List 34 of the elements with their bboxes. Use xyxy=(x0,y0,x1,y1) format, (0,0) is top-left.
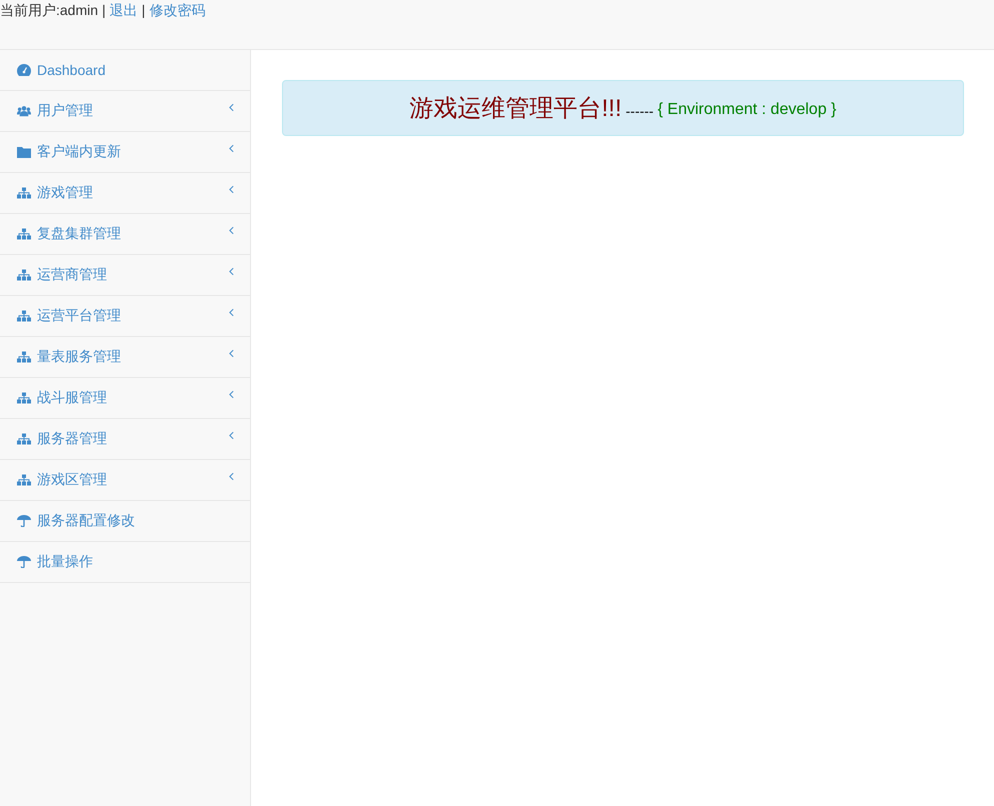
folder-icon xyxy=(17,146,31,158)
dashes: ------ xyxy=(626,103,654,119)
platform-title: 游戏运维管理平台!!! xyxy=(410,94,622,124)
sitemap-icon xyxy=(17,392,31,404)
environment-label: { Environment : develop } xyxy=(658,101,836,119)
umbrella-icon xyxy=(17,515,31,527)
sidebar-item[interactable]: 用户管理 xyxy=(0,91,250,132)
sidebar-item[interactable]: 批量操作 xyxy=(0,542,250,583)
sidebar-item[interactable]: 运营商管理 xyxy=(0,255,250,296)
sidebar-item[interactable]: 量表服务管理 xyxy=(0,337,250,378)
logout-link[interactable]: 退出 xyxy=(110,0,138,20)
dashboard-icon xyxy=(17,64,31,76)
sidebar-item[interactable]: 游戏区管理 xyxy=(0,460,250,501)
sitemap-icon xyxy=(17,187,31,199)
umbrella-icon xyxy=(17,556,31,568)
sidebar-item[interactable]: 游戏管理 xyxy=(0,173,250,214)
sidebar-item[interactable]: 服务器配置修改 xyxy=(0,501,250,542)
sitemap-icon xyxy=(17,228,31,240)
sidebar-item[interactable]: 运营平台管理 xyxy=(0,296,250,337)
current-user-label: 当前用户:admin xyxy=(0,1,98,20)
sidebar-item[interactable]: 战斗服管理 xyxy=(0,378,250,419)
sitemap-icon xyxy=(17,269,31,281)
sidebar-item[interactable]: 客户端内更新 xyxy=(0,132,250,173)
change-password-link[interactable]: 修改密码 xyxy=(149,0,206,20)
sidebar-item[interactable]: 复盘集群管理 xyxy=(0,214,250,255)
sidebar-item[interactable]: 服务器管理 xyxy=(0,419,250,460)
sitemap-icon xyxy=(17,351,31,363)
sitemap-icon xyxy=(17,474,31,486)
sitemap-icon xyxy=(17,433,31,445)
sidebar-item[interactable]: Dashboard xyxy=(0,50,250,91)
separator: | xyxy=(142,1,146,20)
sitemap-icon xyxy=(17,310,31,322)
separator: | xyxy=(102,1,106,20)
users-icon xyxy=(17,105,31,117)
